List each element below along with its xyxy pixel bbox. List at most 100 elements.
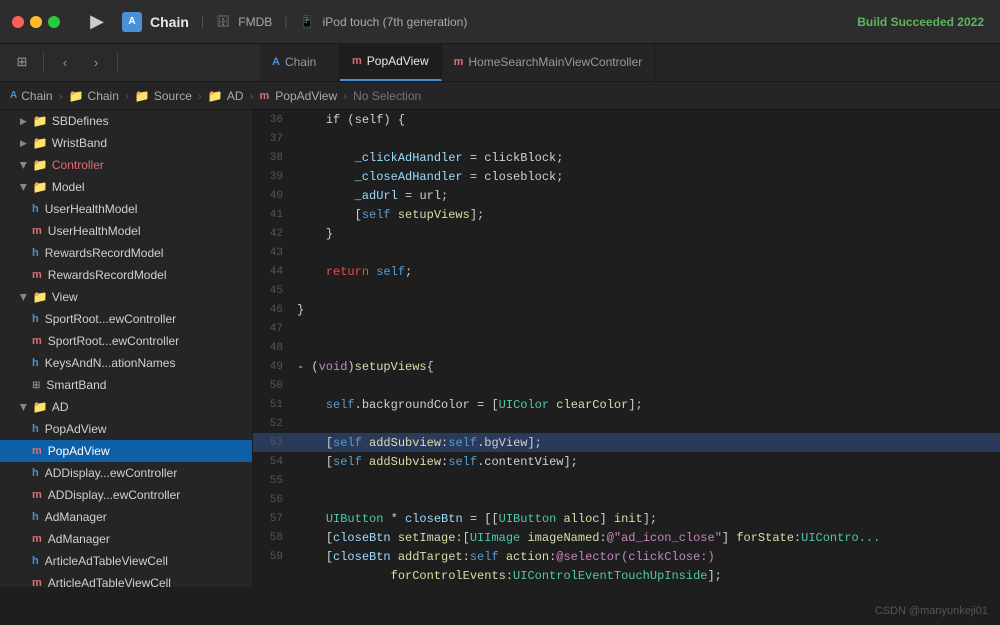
- tab-chain[interactable]: A Chain: [260, 43, 340, 81]
- line-content: - (void)setupViews{: [293, 360, 434, 374]
- sidebar-item-label: WristBand: [52, 136, 107, 150]
- sidebar-item-popadview-h[interactable]: h PopAdView: [0, 418, 252, 440]
- line-number: 36: [253, 114, 293, 126]
- sidebar-item-rewardsrecord-h[interactable]: h RewardsRecordModel: [0, 242, 252, 264]
- line-number: 52: [253, 418, 293, 430]
- line-content: if (self) {: [293, 113, 405, 127]
- code-line: 58 [closeBtn setImage:[UIImage imageName…: [253, 528, 1000, 547]
- arrow-icon: ▶: [20, 116, 27, 127]
- line-content: _closeAdHandler = closeblock;: [293, 170, 563, 184]
- sidebar-item-sportroot-h[interactable]: h SportRoot...ewController: [0, 308, 252, 330]
- forward-button[interactable]: ›: [82, 48, 110, 76]
- folder-icon: 📁: [33, 290, 48, 304]
- sidebar-item-rewardsrecord-m[interactable]: m RewardsRecordModel: [0, 264, 252, 286]
- tab-homesearch-label: HomeSearchMainViewController: [468, 55, 642, 69]
- code-line: 55: [253, 471, 1000, 490]
- traffic-lights: [0, 16, 72, 28]
- sidebar-item-ad[interactable]: ▶ 📁 AD: [0, 396, 252, 418]
- sidebar-item-label: PopAdView: [48, 444, 110, 458]
- run-button[interactable]: ▶: [82, 7, 112, 37]
- sidebar-item-wristband[interactable]: ▶ 📁 WristBand: [0, 132, 252, 154]
- tab-homesearch[interactable]: m HomeSearchMainViewController: [442, 43, 656, 81]
- sidebar-item-model[interactable]: ▶ 📁 Model: [0, 176, 252, 198]
- sidebar-item-articlead-h[interactable]: h ArticleAdTableViewCell: [0, 550, 252, 572]
- arrow-icon: ▶: [20, 138, 27, 149]
- sidebar-item-addisplay-m[interactable]: m ADDisplay...ewController: [0, 484, 252, 506]
- grid-view-button[interactable]: ⊞: [8, 48, 36, 76]
- sidebar-item-label: AdManager: [45, 510, 107, 524]
- line-content: return self;: [293, 265, 412, 279]
- title-bar: ▶ A Chain | 🗄 FMDB | 📱 iPod touch (7th g…: [0, 0, 1000, 44]
- sidebar-item-userhealthmodel-h[interactable]: h UserHealthModel: [0, 198, 252, 220]
- build-status: Build Succeeded 2022: [857, 15, 984, 29]
- bc-chain2[interactable]: Chain: [88, 89, 119, 103]
- code-line: 40 _adUrl = url;: [253, 186, 1000, 205]
- sidebar-item-label: AD: [52, 400, 69, 414]
- line-number: 55: [253, 475, 293, 487]
- sidebar-item-label: Controller: [52, 158, 104, 172]
- project-name: Chain: [150, 14, 189, 30]
- code-line: 52: [253, 414, 1000, 433]
- bc-chain1[interactable]: Chain: [21, 89, 52, 103]
- bc-folder-icon1: 📁: [69, 89, 84, 103]
- code-editor[interactable]: 36 if (self) { 37 38 _clickAdHandler = c…: [253, 110, 1000, 587]
- code-line: 47: [253, 319, 1000, 338]
- line-number: 53: [253, 437, 293, 449]
- close-button[interactable]: [12, 16, 24, 28]
- tab-chain-label: Chain: [285, 55, 316, 69]
- sidebar-item-view[interactable]: ▶ 📁 View: [0, 286, 252, 308]
- code-line-highlighted: 53 [self addSubview:self.bgView];: [253, 433, 1000, 452]
- sidebar[interactable]: ▶ 📁 SBDefines ▶ 📁 WristBand ▶ 📁 Controll…: [0, 110, 253, 587]
- line-number: 43: [253, 247, 293, 259]
- sidebar-item-label: SmartBand: [46, 378, 106, 392]
- tab-chain-icon: A: [272, 56, 280, 68]
- sidebar-item-popadview-m[interactable]: m PopAdView: [0, 440, 252, 462]
- arrow-open-icon: ▶: [18, 184, 29, 191]
- sidebar-item-label: ADDisplay...ewController: [48, 488, 181, 502]
- code-line: 59 [closeBtn addTarget:self action:@sele…: [253, 547, 1000, 566]
- sidebar-item-label: ArticleAdTableViewCell: [45, 554, 168, 568]
- code-line: 37: [253, 129, 1000, 148]
- arrow-open-icon: ▶: [18, 404, 29, 411]
- sidebar-item-label: KeysAndN...ationNames: [45, 356, 176, 370]
- bc-source[interactable]: Source: [154, 89, 192, 103]
- bc-ad[interactable]: AD: [227, 89, 244, 103]
- back-button[interactable]: ‹: [51, 48, 79, 76]
- sidebar-item-userhealthmodel-m[interactable]: m UserHealthModel: [0, 220, 252, 242]
- main-layout: ▶ 📁 SBDefines ▶ 📁 WristBand ▶ 📁 Controll…: [0, 110, 1000, 587]
- h-file-icon: h: [32, 467, 39, 479]
- h-file-icon: h: [32, 423, 39, 435]
- bc-sep1: ›: [59, 89, 63, 103]
- device-icon: 📱: [300, 15, 315, 29]
- bc-popadview[interactable]: PopAdView: [275, 89, 337, 103]
- sidebar-item-sportroot-m[interactable]: m SportRoot...ewController: [0, 330, 252, 352]
- code-line: 44 return self;: [253, 262, 1000, 281]
- code-line: 48: [253, 338, 1000, 357]
- bc-icon-a: A: [10, 90, 17, 101]
- build-label: Build: [857, 15, 887, 29]
- sidebar-item-articlead-m[interactable]: m ArticleAdTableViewCell: [0, 572, 252, 587]
- sidebar-item-keysandn-h[interactable]: h KeysAndN...ationNames: [0, 352, 252, 374]
- bc-sep5: ›: [343, 89, 347, 103]
- sidebar-item-controller[interactable]: ▶ 📁 Controller: [0, 154, 252, 176]
- sidebar-item-sbdefines[interactable]: ▶ 📁 SBDefines: [0, 110, 252, 132]
- code-line: 43: [253, 243, 1000, 262]
- code-line: 60 closeBtn.layer.cornerRadius = kRU(13.…: [253, 585, 1000, 587]
- line-number: 46: [253, 304, 293, 316]
- line-number: 50: [253, 380, 293, 392]
- db-icon: 🗄: [216, 15, 230, 28]
- sidebar-item-admanager-m[interactable]: m AdManager: [0, 528, 252, 550]
- line-number: 39: [253, 171, 293, 183]
- sidebar-item-smartband[interactable]: ⊞ SmartBand: [0, 374, 252, 396]
- line-content: _clickAdHandler = clickBlock;: [293, 151, 563, 165]
- sidebar-item-admanager-h[interactable]: h AdManager: [0, 506, 252, 528]
- tab-popadview[interactable]: m PopAdView: [340, 43, 442, 81]
- minimize-button[interactable]: [30, 16, 42, 28]
- code-line: 49 - (void)setupViews{: [253, 357, 1000, 376]
- line-number: 40: [253, 190, 293, 202]
- bc-folder-icon2: 📁: [135, 89, 150, 103]
- sidebar-item-addisplay-h[interactable]: h ADDisplay...ewController: [0, 462, 252, 484]
- line-content: forControlEvents:UIControlEventTouchUpIn…: [293, 569, 722, 583]
- fullscreen-button[interactable]: [48, 16, 60, 28]
- h-file-icon: h: [32, 511, 39, 523]
